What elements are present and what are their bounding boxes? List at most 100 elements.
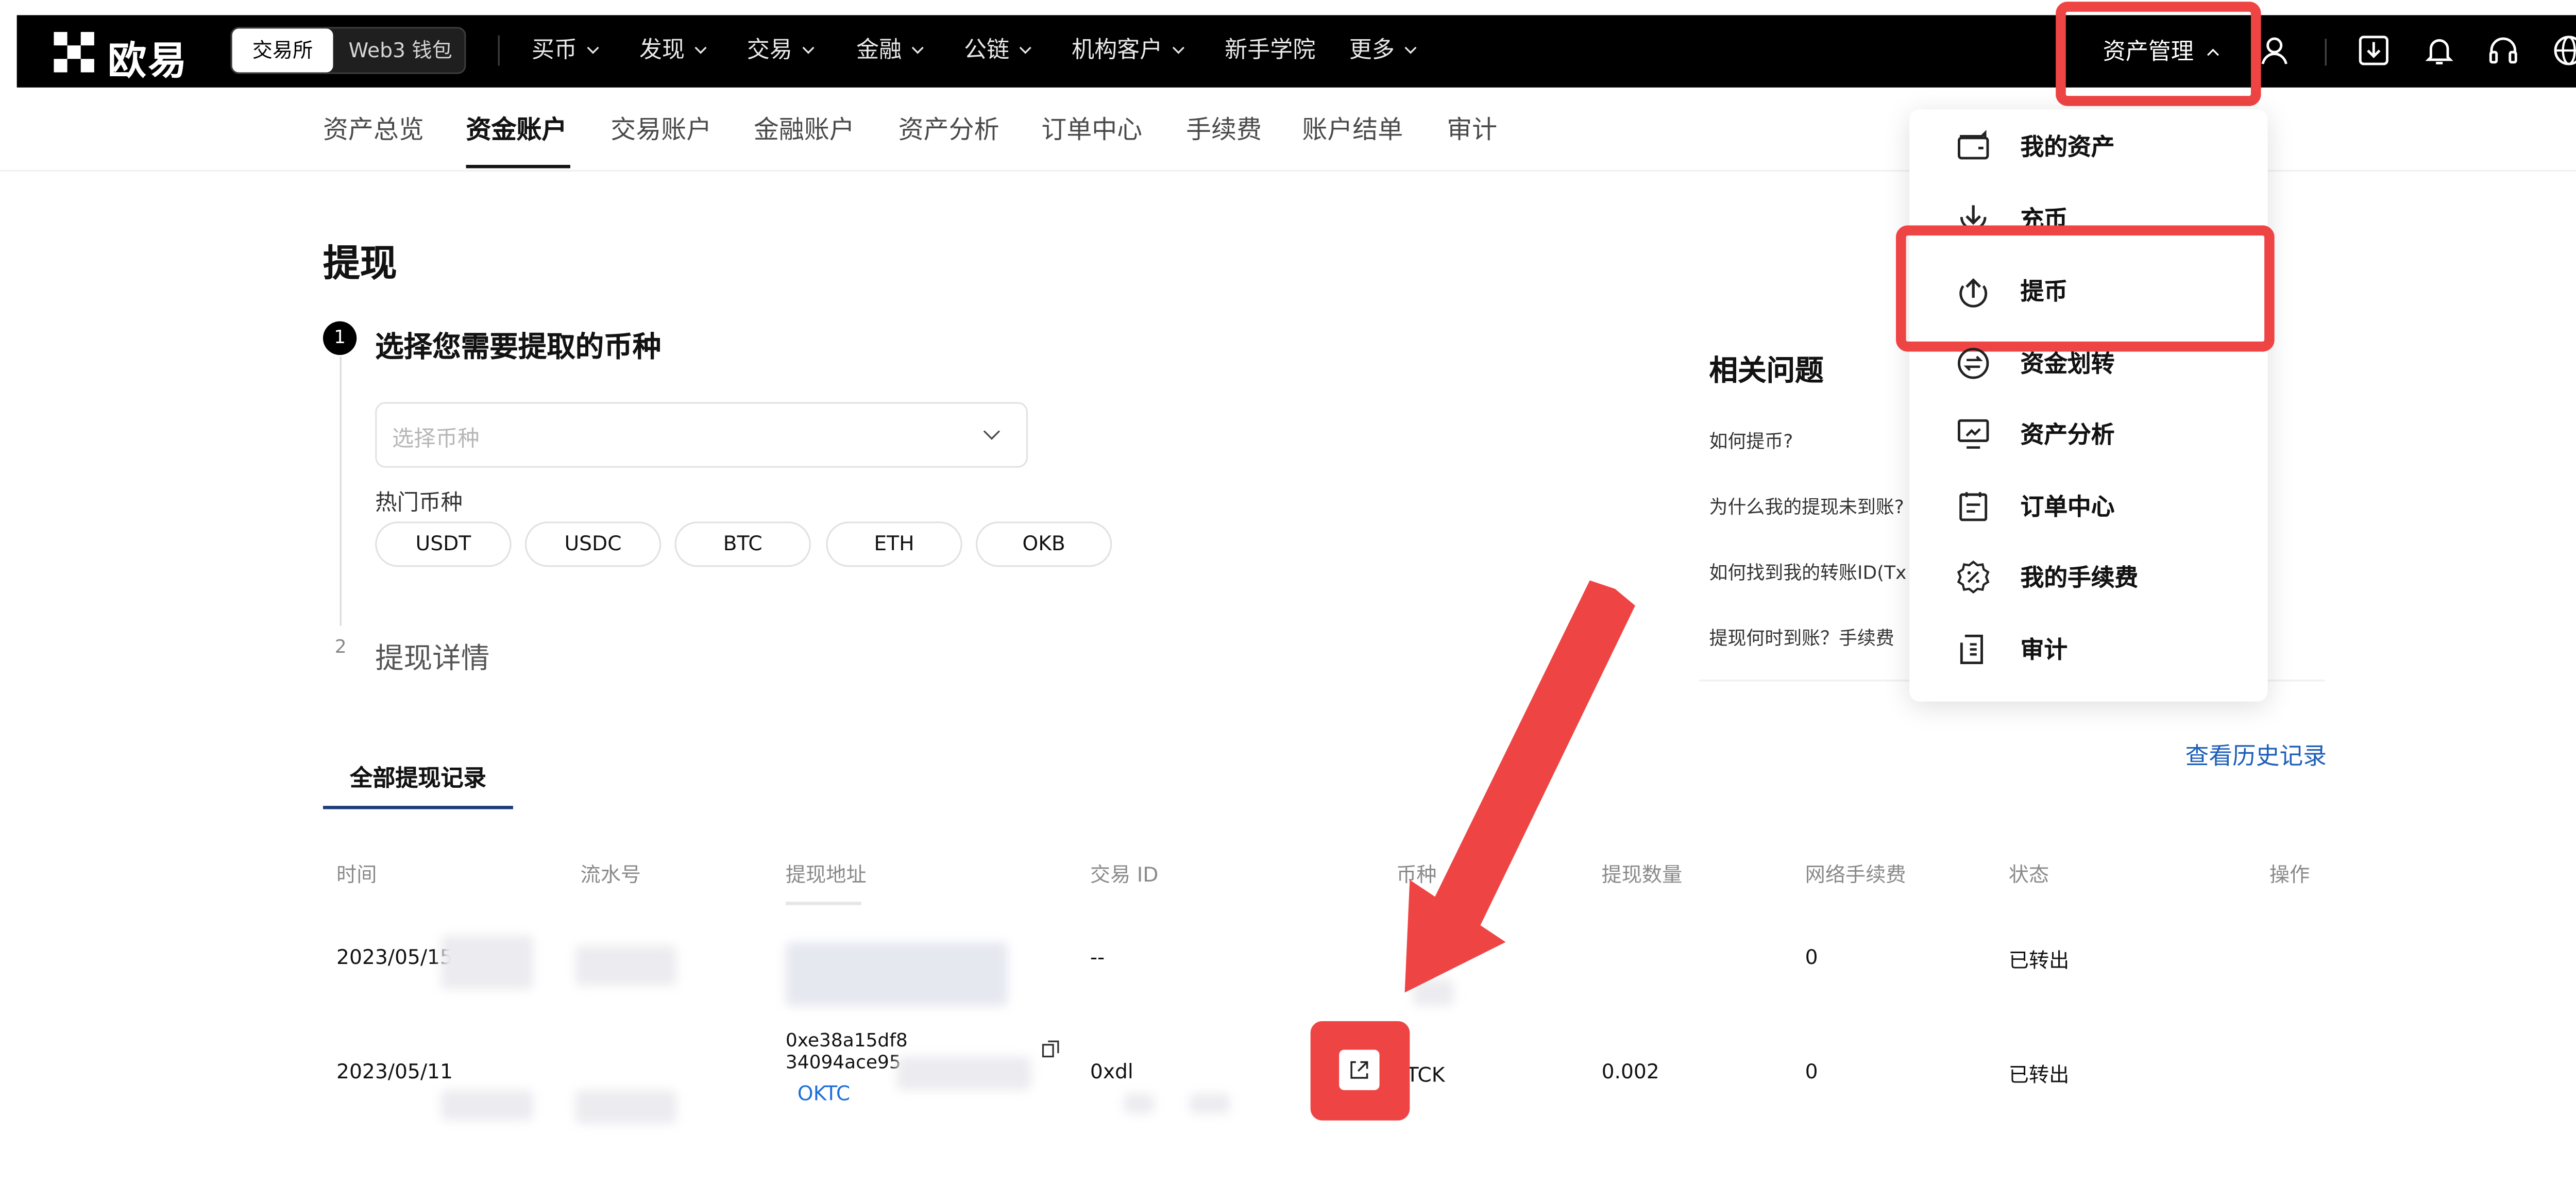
chevron-down-icon (1172, 42, 1184, 54)
nav-label: 金融 (856, 37, 902, 64)
screenshot-stage: 欧易 交易所 Web3 钱包 买币 发现 交易 金融 公链 机构客户 新手学院 … (0, 0, 2576, 1184)
redacted-serial (575, 945, 676, 986)
divider (498, 35, 500, 66)
column-header-network-fee: 网络手续费 (1805, 863, 1906, 887)
document-icon (1960, 634, 1983, 664)
coin-select[interactable]: 选择币种 (375, 402, 1028, 468)
subnav-trading-account[interactable]: 交易账户 (611, 111, 711, 147)
row-txid[interactable]: 0xdl (1090, 1060, 1133, 1084)
user-icon[interactable] (2258, 33, 2291, 67)
chevron-down-icon (983, 423, 1001, 440)
redacted-serial (440, 1090, 534, 1121)
step-connector (340, 357, 342, 626)
nav-label: 新手学院 (1225, 37, 1316, 64)
chevron-down-icon (1404, 42, 1417, 54)
nav-discover[interactable]: 发现 (639, 15, 707, 87)
faq-link[interactable]: 为什么我的提现未到账? (1709, 493, 1908, 520)
tab-web3-wallet[interactable]: Web3 钱包 (336, 29, 464, 73)
row-time: 2023/05/15 (336, 945, 453, 969)
tab-all-withdrawals[interactable]: 全部提现记录 (350, 759, 486, 792)
menu-item-transfer[interactable]: 资金划转 (1955, 343, 2241, 380)
redacted-serial (440, 935, 534, 989)
subnav-funding-account[interactable]: 资金账户 (466, 111, 567, 147)
download-icon[interactable] (2357, 33, 2391, 67)
coin-chip-eth[interactable]: ETH (826, 521, 962, 567)
transfer-icon (1957, 348, 1989, 379)
row-address: 34094ace95 (785, 1051, 901, 1074)
nav-academy[interactable]: 新手学院 (1225, 15, 1315, 87)
row-network: OKTC (797, 1081, 851, 1106)
withdraw-icon (1959, 278, 1988, 308)
step-2-title: 提现详情 (375, 642, 490, 676)
row-time: 2023/05/11 (336, 1060, 453, 1084)
nav-label: 买币 (531, 37, 577, 64)
nav-buy-crypto[interactable]: 买币 (531, 15, 599, 87)
subnav-statements[interactable]: 账户结单 (1302, 111, 1403, 147)
menu-item-label: 提币 (2020, 279, 2068, 307)
monitor-chart-icon (1957, 419, 1989, 449)
menu-item-label: 我的资产 (2020, 134, 2115, 162)
subnav-audit[interactable]: 审计 (1447, 111, 1497, 147)
subnav-order-center[interactable]: 订单中心 (1041, 111, 1142, 147)
divider (785, 902, 861, 905)
percent-badge-icon (1957, 560, 1990, 594)
nav-more[interactable]: 更多 (1349, 15, 1417, 87)
redacted-serial (575, 1090, 676, 1124)
column-header-address: 提现地址 (785, 863, 867, 887)
row-amount: 0.002 (1601, 1060, 1659, 1084)
globe-icon[interactable] (2552, 33, 2576, 67)
chevron-down-icon (694, 42, 707, 54)
row-address: 0xe38a15df8 (785, 1029, 908, 1052)
copy-icon[interactable] (1041, 1040, 1060, 1058)
faq-link[interactable]: 如何找到我的转账ID(Tx (1709, 558, 1908, 585)
faq-title: 相关问题 (1709, 354, 1824, 389)
nav-chain[interactable]: 公链 (964, 15, 1031, 87)
active-tab-indicator (323, 806, 513, 809)
brand-name: 欧易 (107, 40, 189, 84)
chevron-down-icon (911, 42, 924, 54)
nav-label: 交易 (747, 37, 792, 64)
external-link-button[interactable] (1339, 1049, 1380, 1090)
view-history-link[interactable]: 查看历史记录 (2185, 738, 2327, 772)
subnav-asset-analysis[interactable]: 资产分析 (899, 111, 999, 147)
menu-item-audit[interactable]: 审计 (1955, 629, 2241, 666)
okx-logo[interactable]: 欧易 (54, 30, 188, 84)
step-2-number: 2 (334, 636, 347, 658)
hot-coins-label: 热门币种 (375, 491, 463, 517)
tab-exchange[interactable]: 交易所 (232, 28, 333, 73)
menu-item-my-fees[interactable]: 我的手续费 (1955, 557, 2241, 594)
faq-link[interactable]: 如何提币? (1709, 427, 1908, 454)
menu-item-asset-analysis[interactable]: 资产分析 (1955, 414, 2241, 451)
nav-label: 发现 (639, 37, 685, 64)
subnav-finance-account[interactable]: 金融账户 (754, 111, 855, 147)
menu-item-label: 我的手续费 (2020, 565, 2139, 592)
column-header-action: 操作 (2269, 863, 2310, 887)
row-status: 已转出 (2008, 949, 2070, 973)
bell-icon[interactable] (2422, 33, 2456, 67)
menu-item-label: 订单中心 (2020, 494, 2115, 522)
nav-finance[interactable]: 金融 (856, 15, 924, 87)
coin-chip-usdc[interactable]: USDC (524, 521, 662, 567)
subnav-fees[interactable]: 手续费 (1186, 111, 1262, 147)
platform-switch: 交易所 Web3 钱包 (230, 27, 466, 74)
coin-chip-btc[interactable]: BTC (674, 521, 811, 567)
nav-trade[interactable]: 交易 (747, 15, 815, 87)
nav-label: 机构客户 (1071, 37, 1163, 64)
menu-item-label: 审计 (2020, 637, 2068, 665)
row-txid: -- (1090, 945, 1105, 969)
menu-item-my-assets[interactable]: 我的资产 (1955, 126, 2241, 163)
redacted-address (896, 1056, 1031, 1090)
headset-icon[interactable] (2486, 33, 2520, 67)
coin-chip-usdt[interactable]: USDT (375, 521, 512, 567)
menu-item-withdraw[interactable]: 提币 (1955, 271, 2241, 308)
menu-item-label: 资产分析 (2020, 422, 2115, 449)
column-header-time: 时间 (336, 863, 377, 887)
nav-institutional[interactable]: 机构客户 (1071, 15, 1184, 87)
page-title: 提现 (323, 244, 397, 286)
subnav-asset-overview[interactable]: 资产总览 (323, 111, 424, 147)
menu-item-order-center[interactable]: 订单中心 (1955, 486, 2241, 523)
coin-chip-okb[interactable]: OKB (975, 521, 1112, 567)
faq-link[interactable]: 提现何时到账？手续费 (1709, 624, 1908, 651)
divider (2325, 39, 2327, 66)
row-coin: TCK (1406, 1063, 1445, 1087)
